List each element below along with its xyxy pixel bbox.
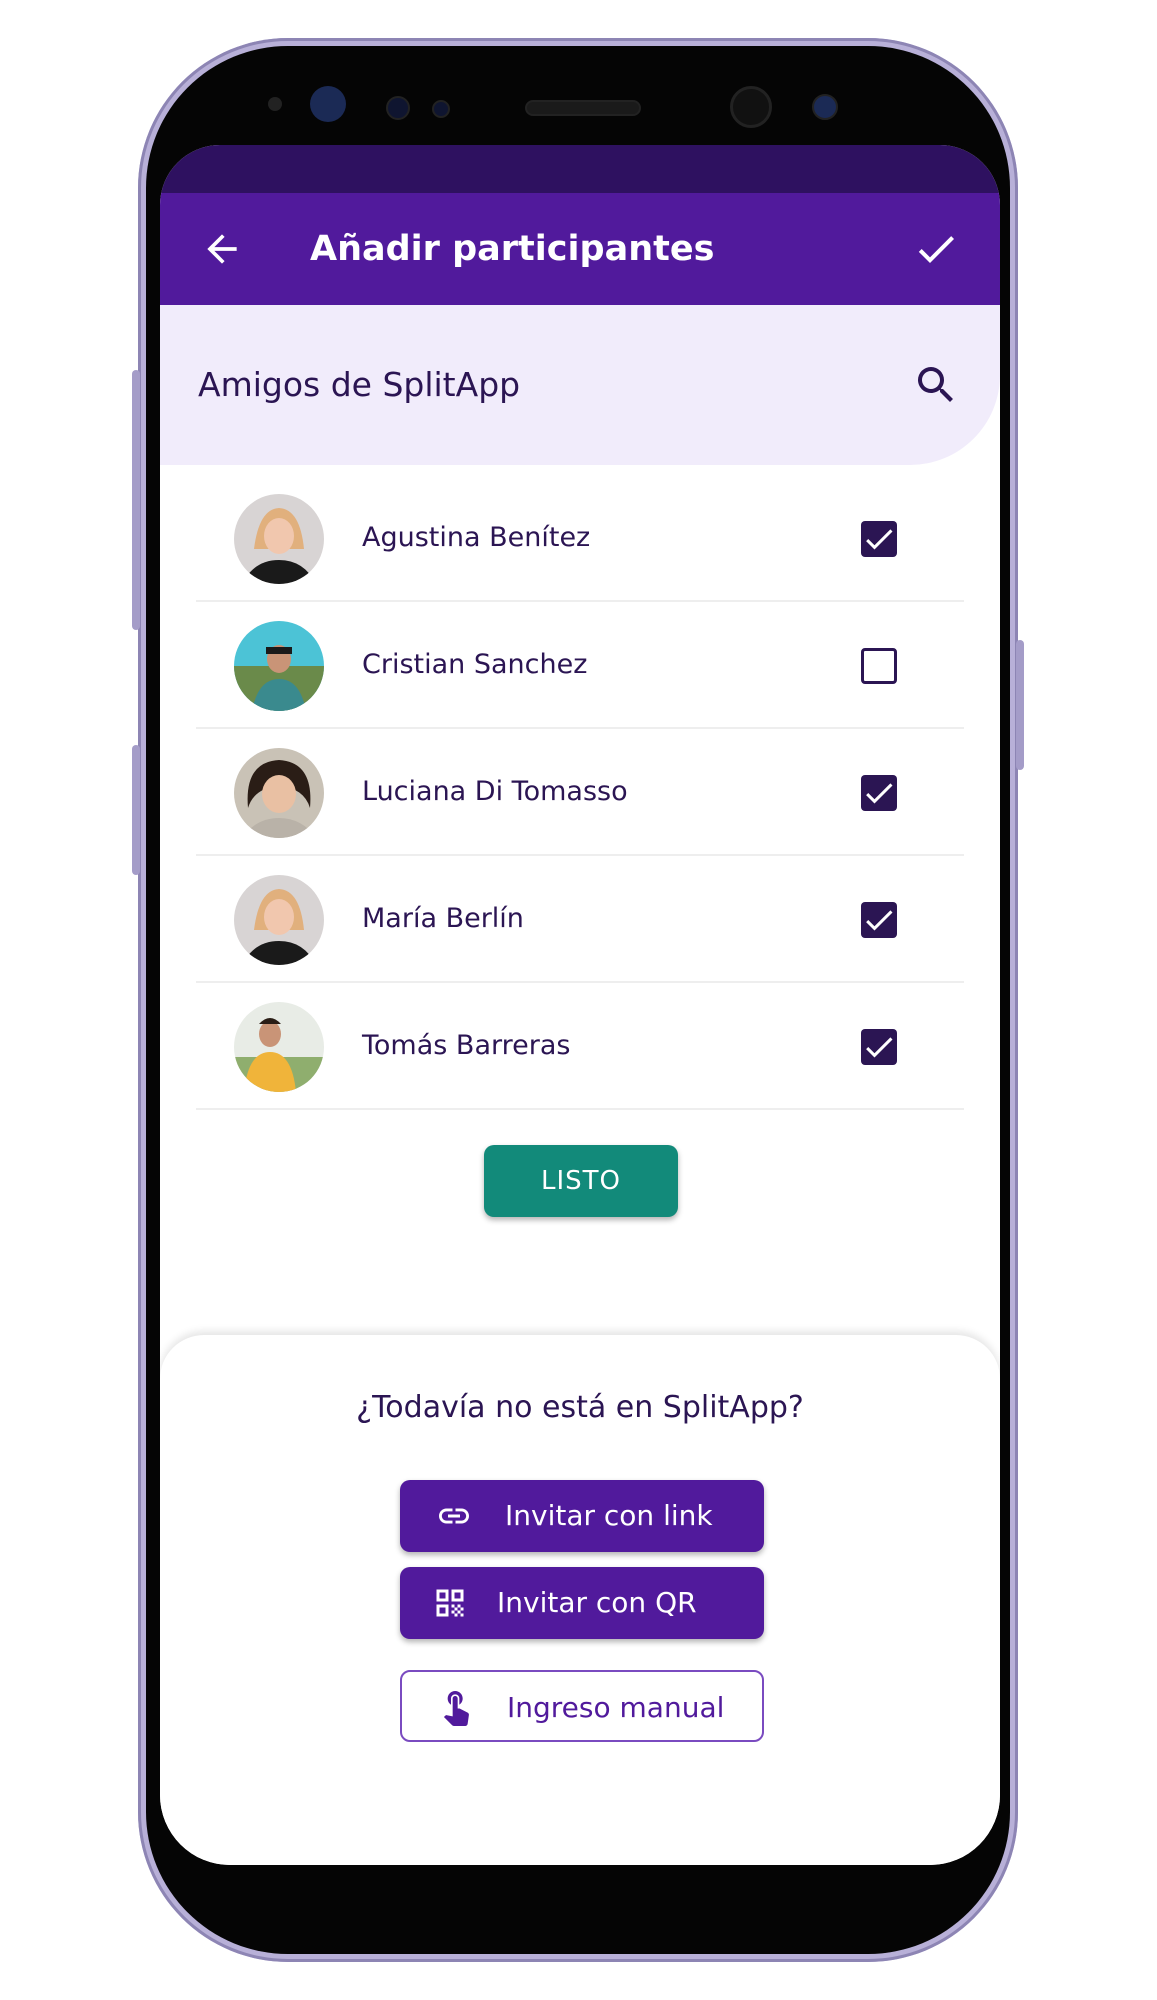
earpiece-speaker — [525, 100, 641, 116]
friend-checkbox[interactable] — [861, 775, 897, 811]
sensor-dot — [268, 97, 282, 111]
avatar — [234, 875, 324, 965]
friends-section-header: Amigos de SplitApp — [160, 305, 1000, 465]
friends-list: Agustina Benítez Cristian Sanchez Lucian… — [196, 475, 964, 1110]
front-camera — [730, 86, 772, 128]
friend-name: María Berlín — [362, 903, 524, 934]
sensor-dot-3 — [432, 100, 450, 118]
phone-side-button-right — [1016, 640, 1024, 770]
done-button[interactable]: LISTO — [484, 1145, 678, 1217]
friend-name: Agustina Benítez — [362, 522, 591, 553]
friend-checkbox[interactable] — [861, 648, 897, 684]
app-title: Añadir participantes — [310, 229, 715, 269]
arrow-left-icon — [207, 234, 237, 264]
avatar — [234, 1002, 324, 1092]
status-bar — [160, 145, 1000, 193]
invite-panel: ¿Todavía no está en SplitApp? Invitar co… — [160, 1335, 1000, 1865]
friend-checkbox[interactable] — [861, 902, 897, 938]
section-title: Amigos de SplitApp — [198, 365, 521, 404]
list-item[interactable]: Tomás Barreras — [196, 983, 964, 1110]
app-screen: Añadir participantes Amigos de SplitApp — [160, 145, 1000, 1865]
friend-name: Cristian Sanchez — [362, 649, 588, 680]
check-icon — [866, 783, 893, 804]
sensor-iris — [310, 86, 346, 122]
list-item[interactable]: Cristian Sanchez — [196, 602, 964, 729]
manual-entry-label: Ingreso manual — [507, 1691, 725, 1724]
phone-side-button-left-1 — [132, 370, 140, 630]
front-camera-2 — [812, 94, 838, 120]
phone-side-button-left-2 — [132, 745, 140, 875]
back-button[interactable] — [200, 227, 244, 271]
confirm-button[interactable] — [912, 225, 960, 273]
friend-checkbox[interactable] — [861, 521, 897, 557]
invite-qr-button[interactable]: Invitar con QR — [400, 1567, 764, 1639]
friend-name: Luciana Di Tomasso — [362, 776, 628, 807]
friend-name: Tomás Barreras — [362, 1030, 571, 1061]
sensor-dot-2 — [386, 96, 410, 120]
link-icon — [439, 1508, 469, 1524]
qr-code-icon — [436, 1589, 464, 1617]
search-button[interactable] — [912, 361, 960, 409]
check-icon — [918, 236, 954, 263]
manual-entry-button[interactable]: Ingreso manual — [400, 1670, 764, 1742]
avatar — [234, 621, 324, 711]
touch-icon — [443, 1691, 469, 1726]
app-bar: Añadir participantes — [160, 193, 1000, 305]
invite-link-label: Invitar con link — [505, 1499, 713, 1532]
list-item[interactable]: Luciana Di Tomasso — [196, 729, 964, 856]
search-icon — [918, 367, 953, 402]
check-icon — [866, 1037, 893, 1058]
check-icon — [866, 529, 893, 550]
check-icon — [866, 910, 893, 931]
avatar — [234, 748, 324, 838]
invite-question: ¿Todavía no está en SplitApp? — [356, 1390, 804, 1425]
avatar — [234, 494, 324, 584]
friend-checkbox[interactable] — [861, 1029, 897, 1065]
invite-qr-label: Invitar con QR — [497, 1586, 697, 1619]
list-item[interactable]: Agustina Benítez — [196, 475, 964, 602]
list-item[interactable]: María Berlín — [196, 856, 964, 983]
invite-link-button[interactable]: Invitar con link — [400, 1480, 764, 1552]
